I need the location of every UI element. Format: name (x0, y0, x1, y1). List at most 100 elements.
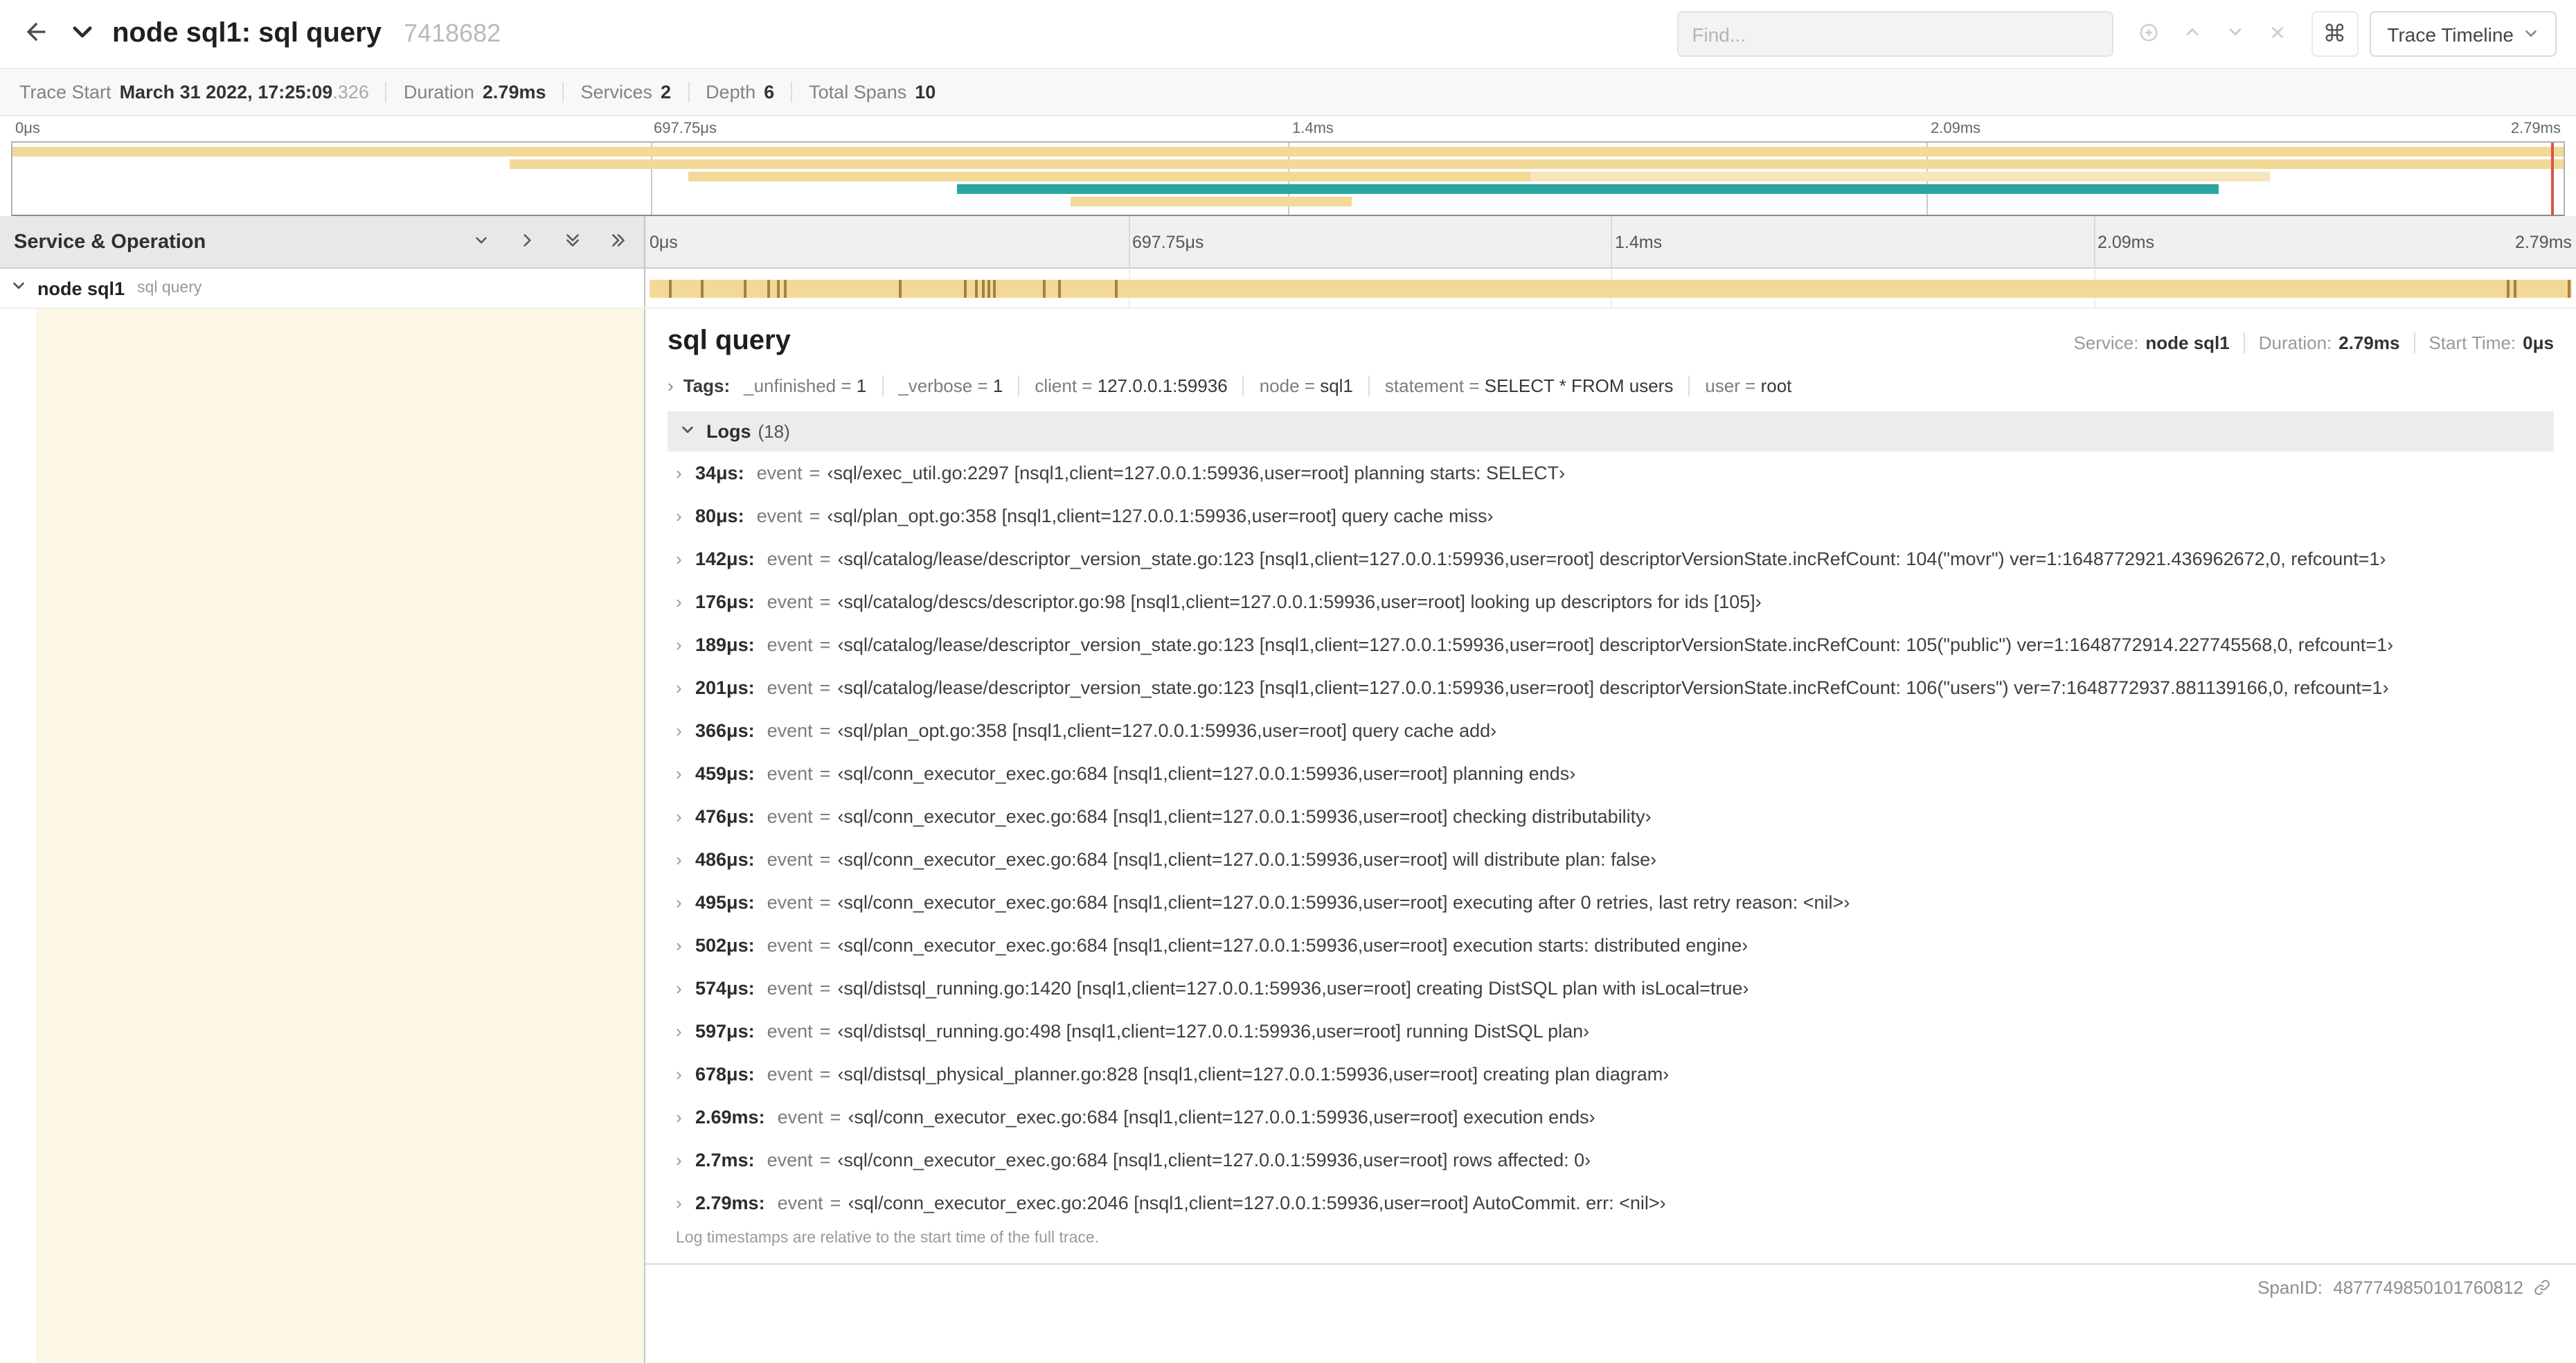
log-timestamp: 495μs: (695, 892, 755, 913)
span-duration-bar[interactable] (650, 280, 2572, 298)
find-input[interactable] (1676, 11, 2113, 57)
tag-value: 127.0.0.1:59936 (1097, 375, 1228, 396)
timeline-tick-label: 2.09ms (2098, 232, 2154, 251)
log-field-value: ‹sql/distsql_running.go:1420 [nsql1,clie… (837, 978, 1749, 999)
tag-equals: = (1077, 375, 1098, 396)
collapse-one-button[interactable] (469, 228, 493, 256)
tag-equals: = (1299, 375, 1321, 396)
find-nav-icons (2135, 19, 2289, 49)
minimap-span (12, 147, 2564, 157)
find-next-button[interactable] (2222, 19, 2247, 48)
log-row[interactable]: › 486μs: event = ‹sql/conn_executor_exec.go:… (668, 838, 2554, 881)
service-value: node sql1 (2145, 332, 2230, 353)
chevron-right-icon: › (676, 1107, 682, 1128)
timeline-tick-label: 2.79ms (2510, 121, 2561, 137)
chevron-up-icon (2182, 22, 2201, 46)
divider (688, 82, 690, 103)
timeline-tick-label: 0μs (15, 121, 40, 137)
log-row[interactable]: › 34μs: event = ‹sql/exec_util.go:2297 [nsql… (668, 452, 2554, 495)
span-log-tick (2506, 280, 2510, 298)
span-detail-header: sql query Service: node sql1 Duration: 2… (668, 309, 2554, 357)
chevron-right-icon: › (676, 849, 682, 870)
find-prev-button[interactable] (2179, 19, 2204, 48)
span-log-tick (1058, 280, 1062, 298)
span-log-tick (767, 280, 770, 298)
span-row-name-cell[interactable]: node sql1 sql query (0, 269, 645, 308)
total-spans-value: 10 (915, 82, 936, 103)
trace-collapse-toggle[interactable] (66, 16, 98, 52)
divider (791, 82, 793, 103)
arrow-left-icon (22, 18, 50, 50)
log-field-value: ‹sql/conn_executor_exec.go:684 [nsql1,cl… (837, 763, 1576, 784)
back-button[interactable] (19, 15, 53, 53)
tags-row[interactable]: › Tags: _unfinished = 1 _verbose = 1 clien… (668, 375, 2554, 396)
tag-separator (1688, 375, 1690, 396)
log-row[interactable]: › 201μs: event = ‹sql/catalog/lease/descript… (668, 666, 2554, 709)
span-log-tick (701, 280, 704, 298)
link-icon[interactable] (2533, 1279, 2551, 1297)
log-row[interactable]: › 2.7ms: event = ‹sql/conn_executor_exec.go:… (668, 1139, 2554, 1182)
log-field-key: event (767, 591, 813, 612)
minimap-canvas[interactable] (11, 141, 2565, 216)
log-timestamp: 486μs: (695, 849, 755, 870)
log-equals: = (819, 1064, 831, 1085)
log-row[interactable]: › 597μs: event = ‹sql/distsql_running.go:498… (668, 1010, 2554, 1053)
duration-value: 2.79ms (2338, 332, 2400, 353)
expand-one-button[interactable] (515, 228, 539, 256)
log-timestamp: 2.69ms: (695, 1107, 765, 1128)
expand-all-button[interactable] (607, 228, 630, 256)
logs-section-header[interactable]: Logs (18) (668, 411, 2554, 452)
duration-label: Duration: (2258, 332, 2332, 353)
tag-value: SELECT * FROM users (1484, 375, 1674, 396)
log-row[interactable]: › 678μs: event = ‹sql/distsql_physical_plann… (668, 1053, 2554, 1096)
gridline (1128, 216, 1129, 267)
log-field-key: event (767, 849, 813, 870)
content-area: sql query Service: node sql1 Duration: 2… (0, 309, 2576, 1363)
span-id-label: SpanID: (2257, 1277, 2328, 1298)
log-timestamp: 201μs: (695, 677, 755, 698)
log-row[interactable]: › 189μs: event = ‹sql/catalog/lease/descript… (668, 623, 2554, 666)
log-equals: = (819, 634, 831, 655)
chevron-right-icon: › (676, 720, 682, 741)
log-field-value: ‹sql/catalog/lease/descriptor_version_st… (837, 677, 2389, 698)
log-timestamp: 597μs: (695, 1021, 755, 1042)
log-row[interactable]: › 176μs: event = ‹sql/catalog/descs/descript… (668, 580, 2554, 623)
log-row[interactable]: › 142μs: event = ‹sql/catalog/lease/descript… (668, 537, 2554, 580)
minimap-span (1071, 197, 1352, 206)
log-field-value: ‹sql/conn_executor_exec.go:2046 [nsql1,c… (848, 1193, 1666, 1213)
services-label: Services (580, 82, 653, 103)
chevron-down-icon[interactable] (11, 276, 26, 301)
span-row-timeline[interactable] (645, 269, 2576, 308)
log-row[interactable]: › 80μs: event = ‹sql/plan_opt.go:358 [nsql1,… (668, 495, 2554, 537)
chevron-down-icon (2523, 23, 2539, 45)
tag-item: client = 127.0.0.1:59936 (1035, 375, 1227, 396)
log-field-key: event (767, 978, 813, 999)
tag-key: _verbose (898, 375, 973, 396)
chevron-down-icon (2225, 22, 2244, 46)
logs-footnote: Log timestamps are relative to the start… (676, 1230, 1100, 1247)
log-row[interactable]: › 2.69ms: event = ‹sql/conn_executor_exec.go… (668, 1096, 2554, 1139)
chevron-right-icon: › (676, 1150, 682, 1170)
find-match-button[interactable] (2135, 19, 2161, 49)
log-row[interactable]: › 366μs: event = ‹sql/plan_opt.go:358 [nsql1… (668, 709, 2554, 752)
log-timestamp: 476μs: (695, 806, 755, 827)
tag-value: sql1 (1320, 375, 1353, 396)
trace-timeline-dropdown[interactable]: Trace Timeline (2369, 11, 2557, 57)
column-headers: Service & Operation 0μs 697.75μs 1.4ms 2… (0, 216, 2576, 269)
find-clear-button[interactable] (2265, 20, 2289, 48)
collapse-all-button[interactable] (561, 228, 584, 256)
log-field-value: ‹sql/conn_executor_exec.go:684 [nsql1,cl… (837, 806, 1652, 827)
tag-item: user = root (1705, 375, 1791, 396)
log-row[interactable]: › 495μs: event = ‹sql/conn_executor_exec.go:… (668, 881, 2554, 924)
log-row[interactable]: › 459μs: event = ‹sql/conn_executor_exec.go:… (668, 752, 2554, 795)
log-row[interactable]: › 476μs: event = ‹sql/conn_executor_exec.go:… (668, 795, 2554, 838)
log-row[interactable]: › 502μs: event = ‹sql/conn_executor_exec.go:… (668, 924, 2554, 967)
keyboard-shortcuts-button[interactable]: ⌘ (2311, 11, 2359, 57)
log-field-value: ‹sql/conn_executor_exec.go:684 [nsql1,cl… (837, 892, 1850, 913)
log-field-value: ‹sql/conn_executor_exec.go:684 [nsql1,cl… (837, 849, 1657, 870)
log-equals: = (819, 806, 831, 827)
log-row[interactable]: › 574μs: event = ‹sql/distsql_running.go:142… (668, 967, 2554, 1010)
chevron-right-icon: › (676, 1193, 682, 1213)
log-row[interactable]: › 2.79ms: event = ‹sql/conn_executor_exec.go… (668, 1182, 2554, 1224)
log-field-key: event (777, 1193, 823, 1213)
